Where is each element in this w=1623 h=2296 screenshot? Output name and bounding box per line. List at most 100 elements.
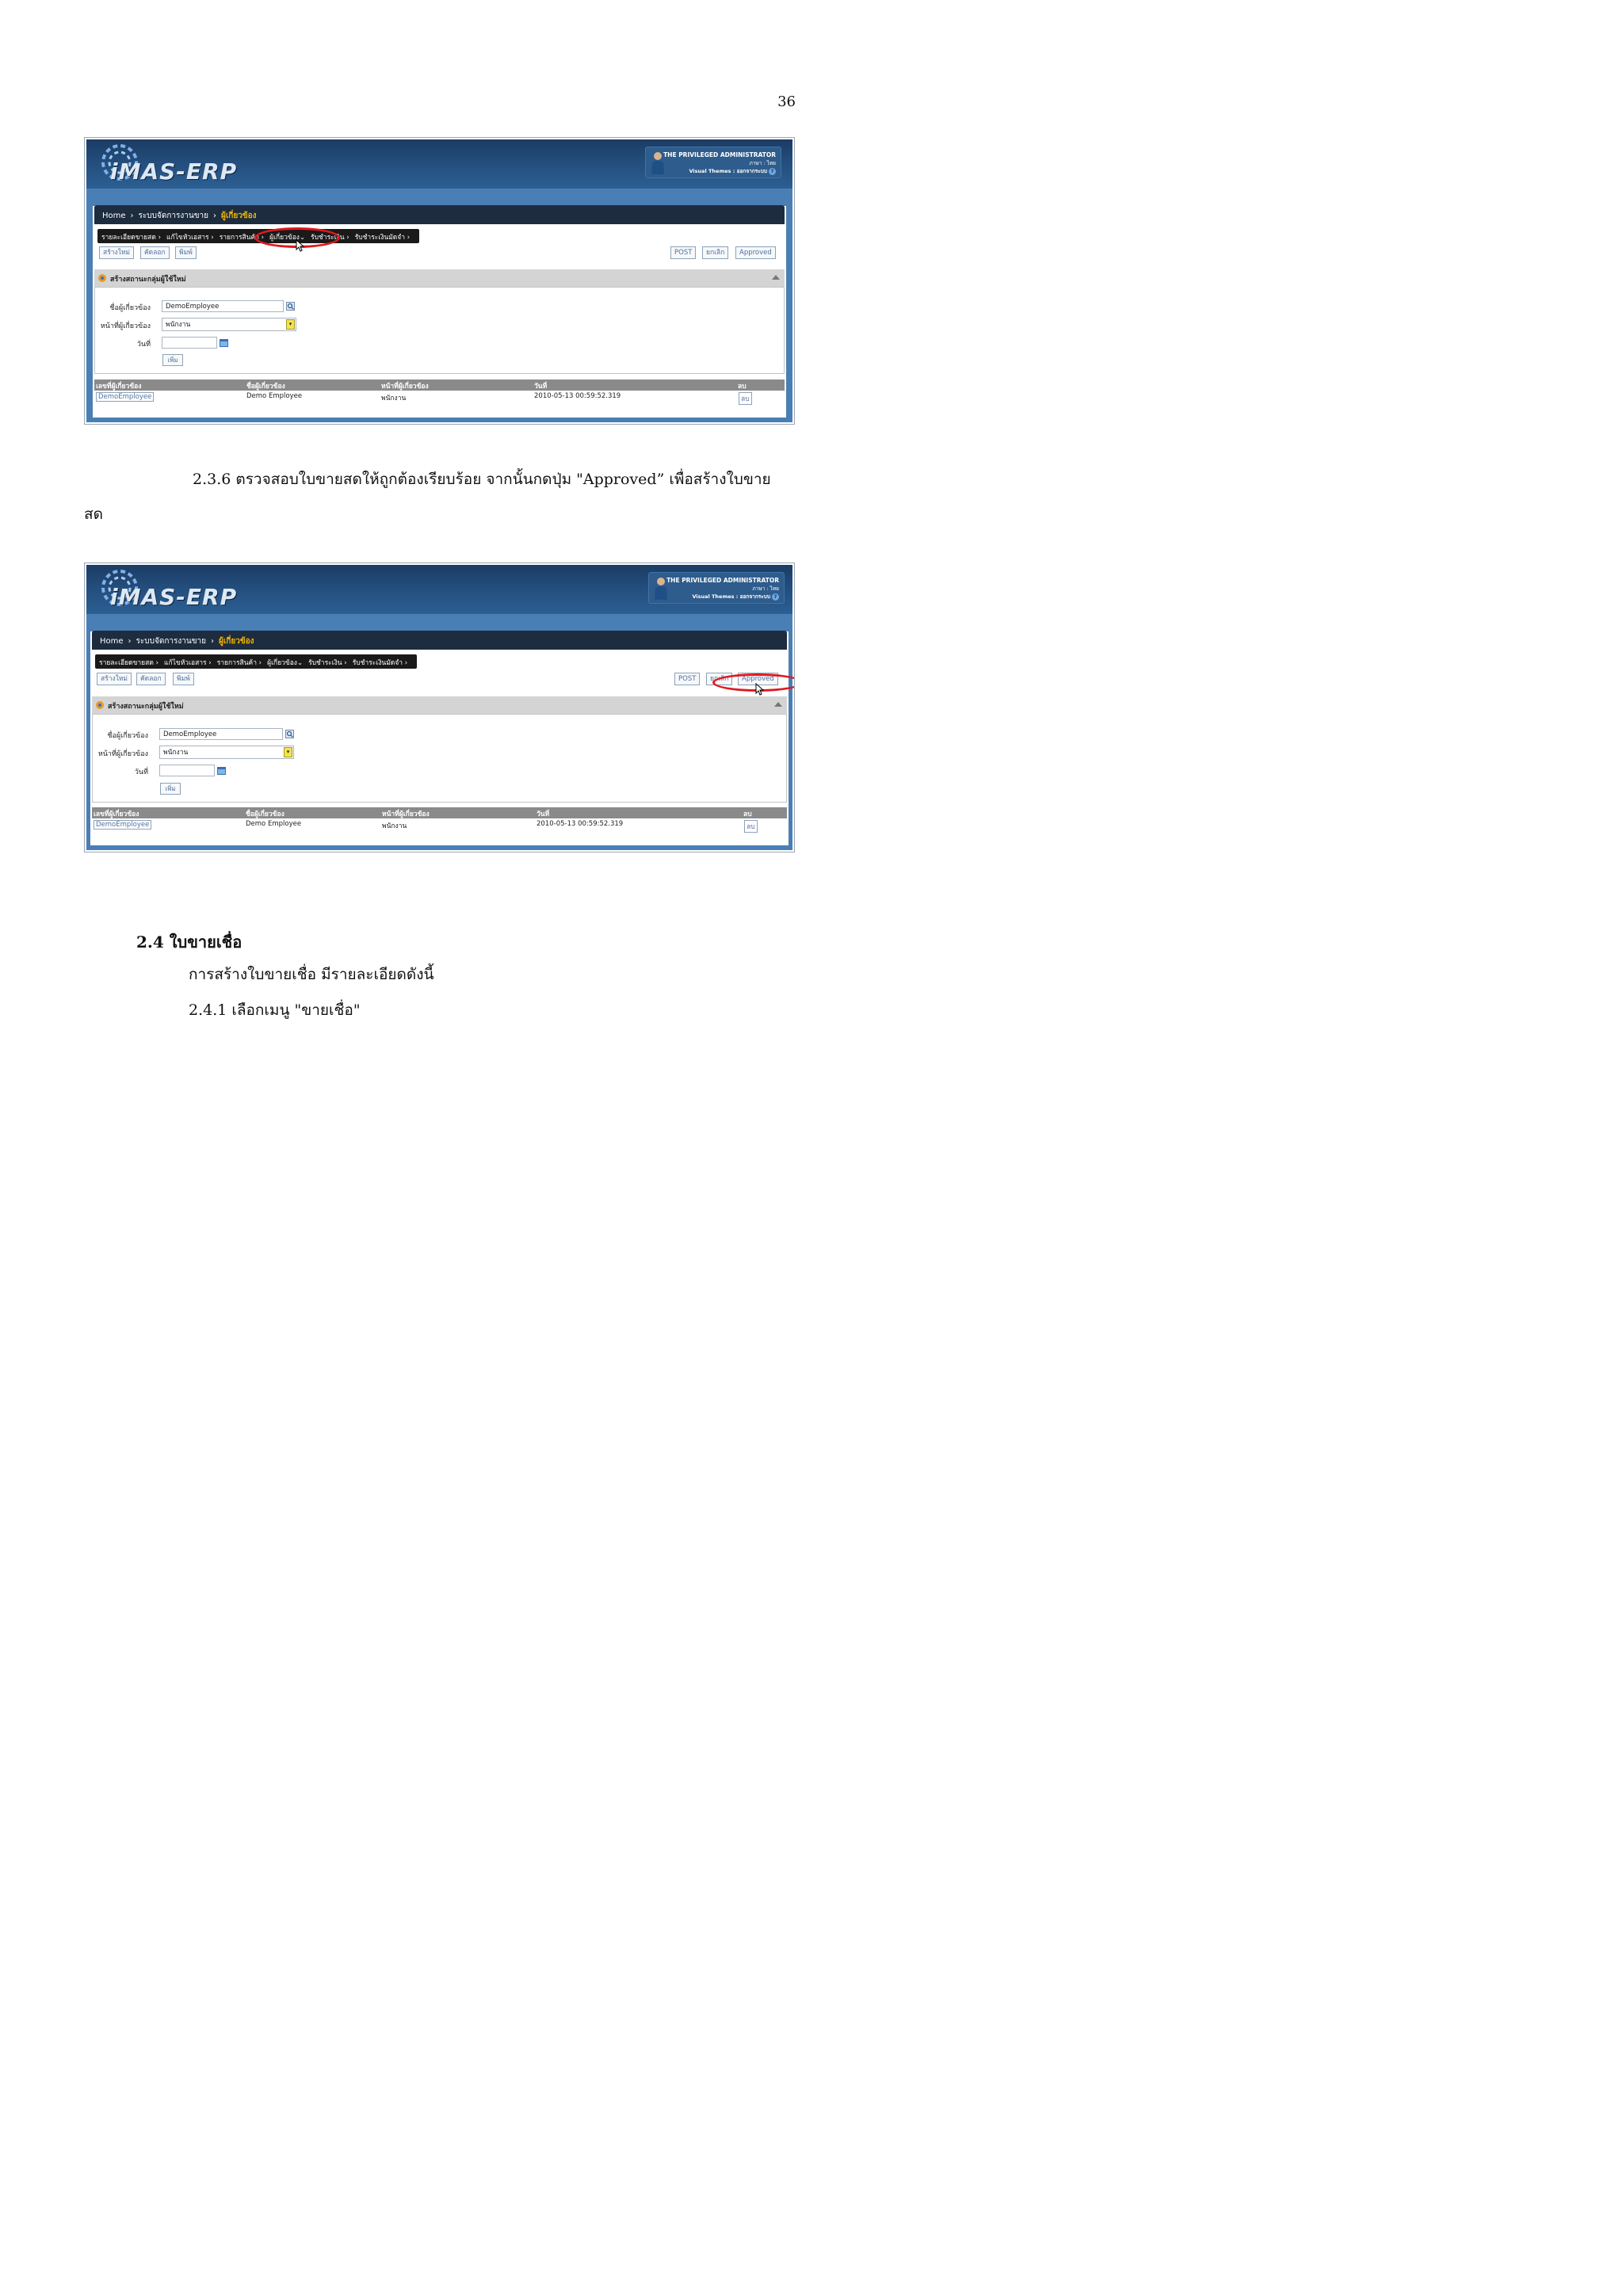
calendar-icon[interactable] <box>220 338 228 347</box>
post-button[interactable]: POST <box>670 246 697 259</box>
date-cell: 2010-05-13 00:59:52.319 <box>534 392 621 400</box>
date-input[interactable] <box>162 337 217 349</box>
related-id-link[interactable]: DemoEmployee <box>96 392 155 402</box>
col-date: วันที่ <box>537 810 550 818</box>
search-icon[interactable] <box>285 730 294 738</box>
step-2-3-6-continuation: สด <box>84 505 103 523</box>
add-button[interactable]: เพิ่ม <box>160 783 181 795</box>
delete-link[interactable]: ลบ <box>739 392 752 405</box>
breadcrumb: Home › ระบบจัดการงานขาย › ผู้เกี่ยวข้อง <box>92 631 787 650</box>
visual-themes-link[interactable]: Visual Themes : ออกจากระบบ? <box>692 593 779 601</box>
breadcrumb-section[interactable]: ระบบจัดการงานขาย <box>136 637 206 646</box>
breadcrumb-separator: › <box>130 212 134 220</box>
related-name-input[interactable]: DemoEmployee <box>159 728 283 740</box>
language-link[interactable]: ภาษา : ไทย <box>752 585 779 593</box>
dropdown-arrow-icon[interactable]: ▾ <box>286 319 295 330</box>
visual-themes-link[interactable]: Visual Themes : ออกจากระบบ? <box>689 167 776 175</box>
col-date: วันที่ <box>534 383 548 391</box>
app-banner: iMAS-ERP THE PRIVILEGED ADMINISTRATOR ภา… <box>86 565 792 614</box>
related-name-label: ชื่อผู้เกี่ยวข้อง <box>109 304 151 312</box>
breadcrumb-current: ผู้เกี่ยวข้อง <box>219 637 254 646</box>
related-role-cell: พนักงาน <box>382 822 407 830</box>
submenu-payment[interactable]: รับชำระเงิน › <box>308 659 347 667</box>
section-2-4-intro: การสร้างใบขายเชื่อ มีรายละเอียดดังนี้ <box>189 966 434 983</box>
content-area: Home › ระบบจัดการงานขาย › ผู้เกี่ยวข้อง รายล… <box>90 631 789 845</box>
step-2-3-6-text: 2.3.6 ตรวจสอบใบขายสดให้ถูกต้องเรียบร้อย … <box>193 471 771 488</box>
copy-button[interactable]: คัดลอก <box>136 673 166 685</box>
date-label: วันที่ <box>136 341 151 349</box>
col-related-id: เลขที่ผู้เกี่ยวข้อง <box>96 383 142 391</box>
breadcrumb-separator: › <box>213 212 217 220</box>
related-role-cell: พนักงาน <box>381 395 407 402</box>
create-button[interactable]: สร้างใหม่ <box>99 246 135 259</box>
user-name: THE PRIVILEGED ADMINISTRATOR <box>663 151 776 158</box>
submenu-cash-sale-details[interactable]: รายละเอียดขายสด › <box>101 234 161 242</box>
submenu-products[interactable]: รายการสินค้า › <box>217 659 262 667</box>
submenu-deposit-payment[interactable]: รับชำระเงินมัดจำ › <box>355 234 410 242</box>
collapse-icon[interactable] <box>774 702 782 707</box>
app-frame: Home › ระบบจัดการงานขาย › ผู้เกี่ยวข้อง รายล… <box>86 614 792 850</box>
col-related-name: ชื่อผู้เกี่ยวข้อง <box>246 383 285 391</box>
col-related-role: หน้าที่ผู้เกี่ยวข้อง <box>382 810 430 818</box>
related-role-select[interactable]: พนักงาน ▾ <box>162 318 296 331</box>
related-role-value: พนักงาน <box>163 749 189 757</box>
panel-title: สร้างสถานะกลุ่มผู้ใช้ใหม่ <box>108 703 184 711</box>
step-2-4-1-text: 2.4.1 เลือกเมนู "ขายเชื่อ" <box>189 1001 361 1019</box>
screenshot-related-parties-menu: iMAS-ERP THE PRIVILEGED ADMINISTRATOR ภา… <box>84 137 795 425</box>
related-role-select[interactable]: พนักงาน ▾ <box>159 746 294 759</box>
panel-settings-icon <box>96 701 104 709</box>
breadcrumb-home[interactable]: Home <box>102 212 126 220</box>
delete-link[interactable]: ลบ <box>744 820 758 833</box>
breadcrumb-home[interactable]: Home <box>100 637 124 646</box>
section-2-4-heading: 2.4 ใบขายเชื่อ <box>136 933 242 952</box>
panel-settings-icon <box>98 274 106 282</box>
print-button[interactable]: พิมพ์ <box>173 673 194 685</box>
col-related-name: ชื่อผู้เกี่ยวข้อง <box>246 810 285 818</box>
content-area: Home › ระบบจัดการงานขาย › ผู้เกี่ยวข้อง รายล… <box>93 205 786 418</box>
col-related-id: เลขที่ผู้เกี่ยวข้อง <box>94 810 139 818</box>
date-input[interactable] <box>159 765 215 776</box>
related-role-label: หน้าที่ผู้เกี่ยวข้อง <box>100 322 151 330</box>
breadcrumb-current: ผู้เกี่ยวข้อง <box>221 212 257 220</box>
user-info-box: THE PRIVILEGED ADMINISTRATOR ภาษา : ไทย … <box>645 147 781 178</box>
submenu-edit-header[interactable]: แก้ไขหัวเอสาร › <box>166 234 214 242</box>
screenshot-approved-button: iMAS-ERP THE PRIVILEGED ADMINISTRATOR ภา… <box>84 563 795 852</box>
mouse-cursor-icon <box>296 239 305 252</box>
help-icon[interactable]: ? <box>772 593 779 601</box>
add-button[interactable]: เพิ่ม <box>162 354 183 366</box>
panel-body: ชื่อผู้เกี่ยวข้อง DemoEmployee หน้าที่ผู… <box>92 714 787 803</box>
col-related-role: หน้าที่ผู้เกี่ยวข้อง <box>381 383 429 391</box>
col-delete: ลบ <box>743 810 752 818</box>
submenu-edit-header[interactable]: แก้ไขหัวเอสาร › <box>164 659 212 667</box>
user-name: THE PRIVILEGED ADMINISTRATOR <box>666 577 779 584</box>
copy-button[interactable]: คัดลอก <box>140 246 170 259</box>
panel-title: สร้างสถานะกลุ่มผู้ใช้ใหม่ <box>110 276 186 284</box>
dropdown-arrow-icon[interactable]: ▾ <box>284 747 292 757</box>
search-icon[interactable] <box>286 302 295 311</box>
collapse-icon[interactable] <box>772 275 780 280</box>
submenu-deposit-payment[interactable]: รับชำระเงินมัดจำ › <box>353 659 407 667</box>
post-button[interactable]: POST <box>674 673 701 685</box>
visual-themes-label: Visual Themes : ออกจากระบบ <box>692 593 770 600</box>
related-name-label: ชื่อผู้เกี่ยวข้อง <box>107 732 148 740</box>
calendar-icon[interactable] <box>217 766 226 775</box>
language-link[interactable]: ภาษา : ไทย <box>749 159 776 167</box>
help-icon[interactable]: ? <box>769 168 776 175</box>
related-role-label: หน้าที่ผู้เกี่ยวข้อง <box>97 750 148 758</box>
submenu-related-parties[interactable]: ผู้เกี่ยวข้อง⌄ <box>267 659 303 667</box>
breadcrumb-section[interactable]: ระบบจัดการงานขาย <box>139 212 208 220</box>
cancel-button[interactable]: ยกเลิก <box>702 246 729 259</box>
approved-button[interactable]: Approved <box>735 246 776 259</box>
table-header: เลขที่ผู้เกี่ยวข้อง ชื่อผู้เกี่ยวข้อง หน… <box>94 379 785 391</box>
visual-themes-label: Visual Themes : ออกจากระบบ <box>689 168 767 174</box>
table-row: DemoEmployee Demo Employee พนักงาน 2010-… <box>92 818 787 833</box>
related-name-input[interactable]: DemoEmployee <box>162 300 284 312</box>
create-button[interactable]: สร้างใหม่ <box>97 673 132 685</box>
related-id-link[interactable]: DemoEmployee <box>94 820 152 830</box>
table-row: DemoEmployee Demo Employee พนักงาน 2010-… <box>94 391 785 405</box>
user-info-box: THE PRIVILEGED ADMINISTRATOR ภาษา : ไทย … <box>648 572 785 604</box>
app-banner: iMAS-ERP THE PRIVILEGED ADMINISTRATOR ภา… <box>86 139 792 189</box>
submenu-cash-sale-details[interactable]: รายละเอียดขายสด › <box>99 659 158 667</box>
print-button[interactable]: พิมพ์ <box>175 246 197 259</box>
panel-header: สร้างสถานะกลุ่มผู้ใช้ใหม่ <box>94 269 785 287</box>
